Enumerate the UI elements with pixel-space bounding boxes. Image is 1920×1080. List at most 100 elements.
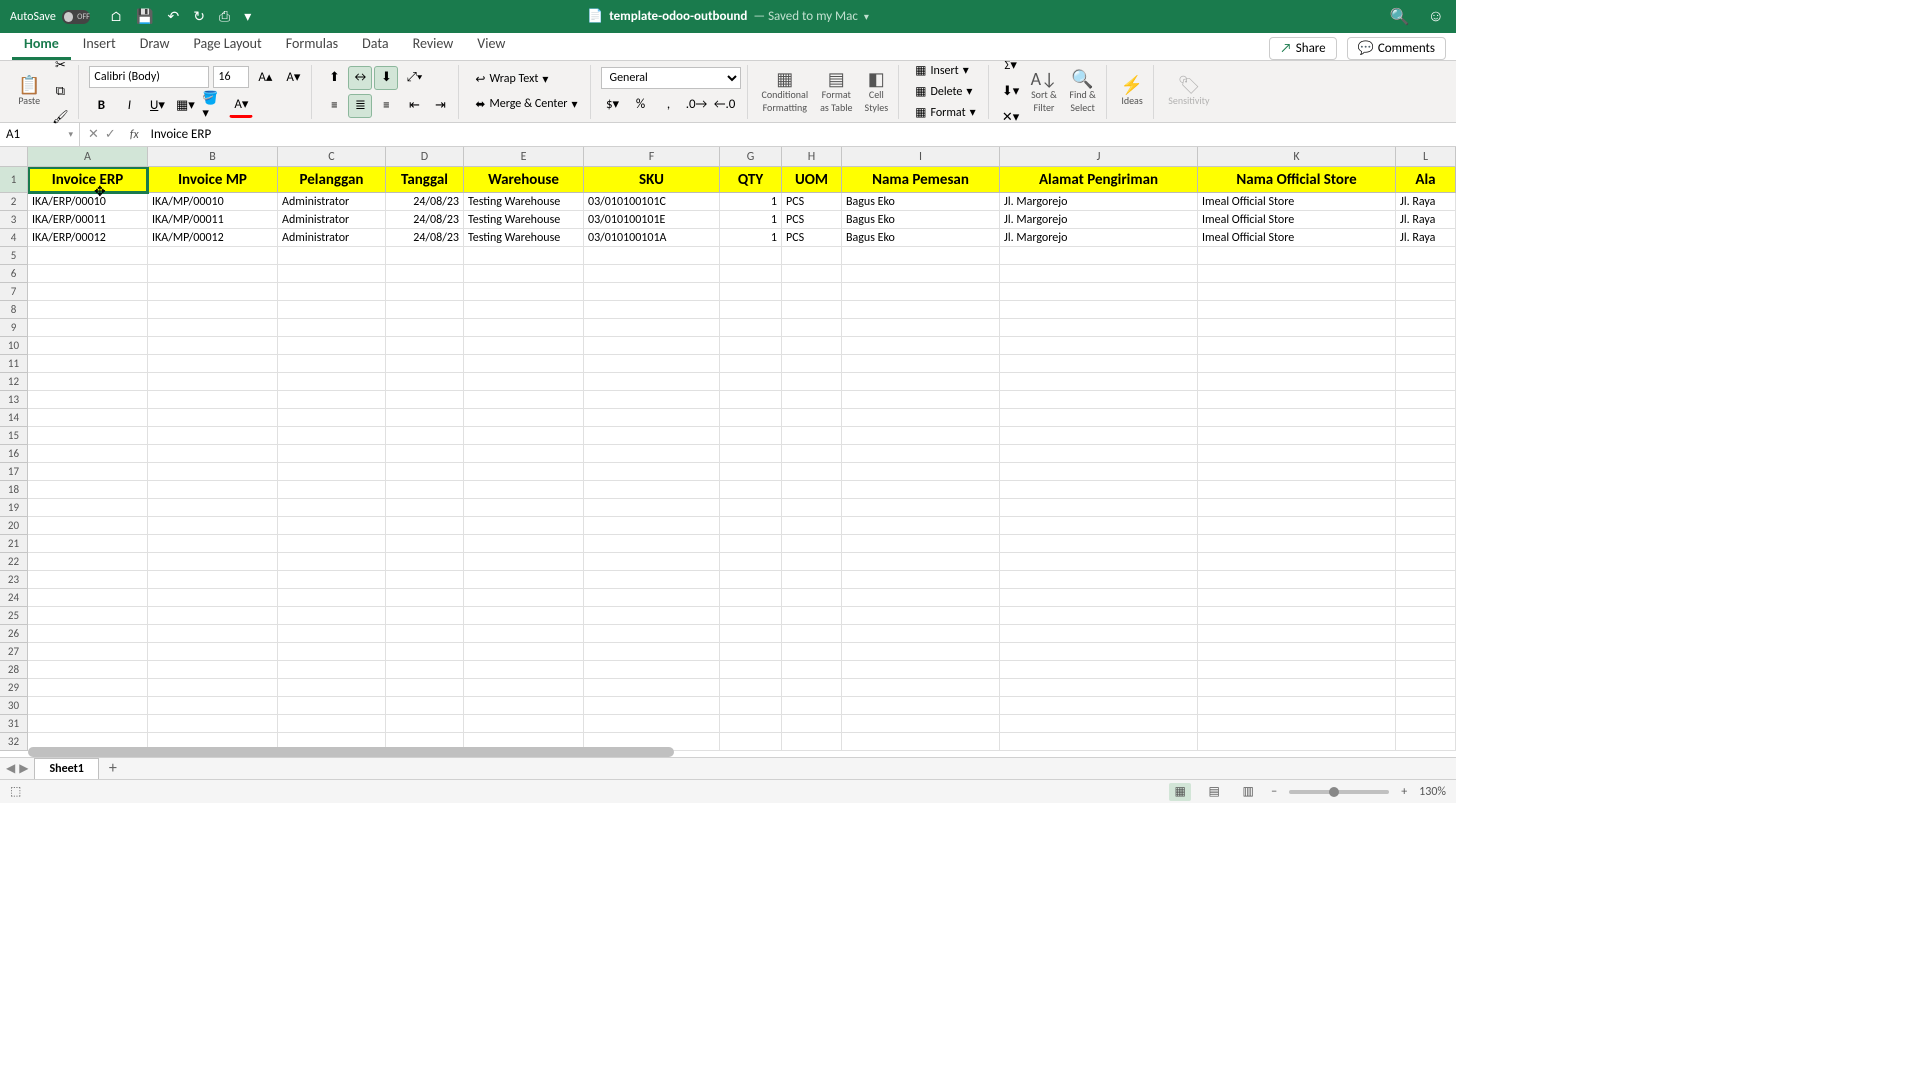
data-cell[interactable]: IKA/MP/00011: [148, 211, 278, 229]
data-cell[interactable]: [386, 265, 464, 283]
row-header[interactable]: 5: [0, 247, 28, 265]
data-cell[interactable]: Bagus Eko: [842, 193, 1000, 211]
data-cell[interactable]: [720, 571, 782, 589]
italic-button[interactable]: I: [117, 94, 141, 118]
data-cell[interactable]: [148, 535, 278, 553]
data-cell[interactable]: [720, 445, 782, 463]
data-cell[interactable]: [148, 517, 278, 535]
column-header[interactable]: C: [278, 147, 386, 167]
tab-page-layout[interactable]: Page Layout: [182, 30, 274, 60]
data-cell[interactable]: [782, 715, 842, 733]
cancel-formula-icon[interactable]: ✕: [88, 127, 99, 142]
data-cell[interactable]: [278, 625, 386, 643]
data-cell[interactable]: [584, 661, 720, 679]
data-cell[interactable]: [28, 355, 148, 373]
data-cell[interactable]: [720, 391, 782, 409]
data-cell[interactable]: [720, 733, 782, 751]
data-cell[interactable]: IKA/ERP/00011: [28, 211, 148, 229]
header-cell[interactable]: Invoice ERP: [28, 167, 148, 193]
data-cell[interactable]: [1198, 571, 1396, 589]
merge-center-button[interactable]: ⬌Merge & Center▾: [469, 95, 583, 114]
undo-icon[interactable]: ↶: [168, 8, 180, 25]
data-cell[interactable]: [782, 643, 842, 661]
data-cell[interactable]: [278, 517, 386, 535]
font-color-icon[interactable]: A▾: [229, 94, 253, 118]
data-cell[interactable]: [148, 265, 278, 283]
data-cell[interactable]: [386, 427, 464, 445]
data-cell[interactable]: [782, 661, 842, 679]
data-cell[interactable]: [386, 535, 464, 553]
data-cell[interactable]: [386, 463, 464, 481]
column-header[interactable]: E: [464, 147, 584, 167]
data-cell[interactable]: [1198, 715, 1396, 733]
data-cell[interactable]: [28, 283, 148, 301]
data-cell[interactable]: [1000, 409, 1198, 427]
data-cell[interactable]: [148, 643, 278, 661]
header-cell[interactable]: QTY: [720, 167, 782, 193]
data-cell[interactable]: [782, 301, 842, 319]
data-cell[interactable]: [720, 589, 782, 607]
data-cell[interactable]: [782, 607, 842, 625]
data-cell[interactable]: [28, 409, 148, 427]
clear-icon[interactable]: ✕▾: [999, 106, 1023, 130]
data-cell[interactable]: [1000, 427, 1198, 445]
data-cell[interactable]: [720, 247, 782, 265]
data-cell[interactable]: [842, 283, 1000, 301]
data-cell[interactable]: [464, 373, 584, 391]
font-size-select[interactable]: [213, 66, 249, 88]
align-center-icon[interactable]: ≣: [348, 94, 372, 118]
data-cell[interactable]: [584, 481, 720, 499]
data-cell[interactable]: [278, 409, 386, 427]
data-cell[interactable]: [464, 571, 584, 589]
data-cell[interactable]: [1000, 661, 1198, 679]
data-cell[interactable]: [842, 391, 1000, 409]
data-cell[interactable]: [782, 247, 842, 265]
data-cell[interactable]: [1198, 283, 1396, 301]
data-cell[interactable]: [148, 715, 278, 733]
data-cell[interactable]: PCS: [782, 193, 842, 211]
spreadsheet-grid[interactable]: ABCDEFGHIJKL 123456789101112131415161718…: [0, 147, 1456, 757]
data-cell[interactable]: [782, 265, 842, 283]
data-cell[interactable]: [584, 715, 720, 733]
data-cell[interactable]: [386, 301, 464, 319]
data-cell[interactable]: [464, 661, 584, 679]
data-cell[interactable]: [464, 463, 584, 481]
data-cell[interactable]: [28, 445, 148, 463]
data-cell[interactable]: [782, 391, 842, 409]
data-cell[interactable]: [1000, 643, 1198, 661]
data-cell[interactable]: [584, 427, 720, 445]
tab-formulas[interactable]: Formulas: [274, 30, 350, 60]
data-cell[interactable]: [842, 337, 1000, 355]
row-header[interactable]: 29: [0, 679, 28, 697]
sheet-next-icon[interactable]: ▶: [19, 761, 28, 776]
row-header[interactable]: 12: [0, 373, 28, 391]
row-header[interactable]: 8: [0, 301, 28, 319]
normal-view-icon[interactable]: ▦: [1169, 783, 1191, 801]
zoom-level[interactable]: 130%: [1419, 785, 1446, 799]
data-cell[interactable]: [28, 679, 148, 697]
comma-icon[interactable]: ,: [657, 93, 681, 117]
data-cell[interactable]: [1000, 481, 1198, 499]
data-cell[interactable]: [28, 463, 148, 481]
data-cell[interactable]: [28, 301, 148, 319]
zoom-in-icon[interactable]: +: [1401, 785, 1407, 799]
data-cell[interactable]: [148, 355, 278, 373]
data-cell[interactable]: [584, 535, 720, 553]
data-cell[interactable]: [148, 589, 278, 607]
data-cell[interactable]: [842, 715, 1000, 733]
data-cell[interactable]: [28, 715, 148, 733]
data-cell[interactable]: [1198, 607, 1396, 625]
data-cell[interactable]: [28, 571, 148, 589]
data-cell[interactable]: [1198, 355, 1396, 373]
data-cell[interactable]: [1000, 391, 1198, 409]
data-cell[interactable]: [1396, 733, 1456, 751]
data-cell[interactable]: [464, 409, 584, 427]
data-cell[interactable]: [1000, 337, 1198, 355]
data-cell[interactable]: [782, 553, 842, 571]
data-cell[interactable]: [464, 481, 584, 499]
data-cell[interactable]: [386, 643, 464, 661]
data-cell[interactable]: [148, 661, 278, 679]
data-cell[interactable]: [842, 265, 1000, 283]
data-cell[interactable]: [278, 301, 386, 319]
data-cell[interactable]: [464, 301, 584, 319]
